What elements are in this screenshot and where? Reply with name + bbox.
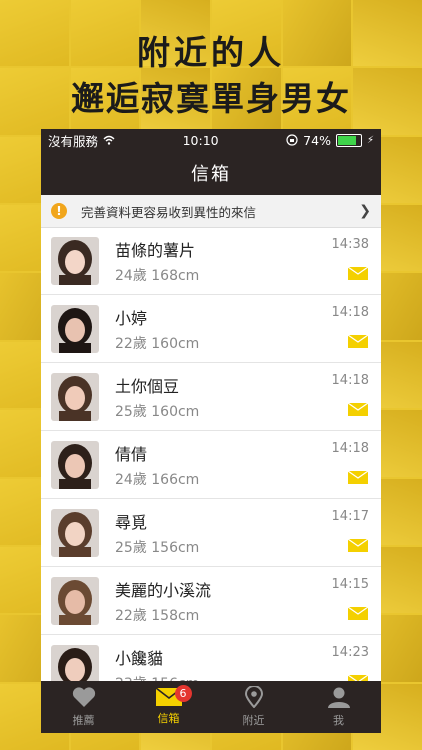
message-time: 14:15 bbox=[331, 577, 369, 592]
tab-mailbox[interactable]: 信箱 6 bbox=[126, 681, 211, 733]
contact-age-height: 22歲 160cm bbox=[115, 336, 200, 352]
list-item[interactable]: 美麗的小溪流 22歲 158cm 14:15 bbox=[41, 567, 381, 635]
contact-name: 小饞貓 bbox=[115, 649, 164, 668]
avatar[interactable] bbox=[51, 645, 99, 681]
list-item[interactable]: 小婷 22歲 160cm 14:18 bbox=[41, 295, 381, 363]
tab-recommend[interactable]: 推薦 bbox=[41, 681, 126, 733]
location-pin-icon bbox=[244, 686, 263, 708]
message-time: 14:18 bbox=[331, 373, 369, 388]
message-time: 14:18 bbox=[331, 441, 369, 456]
wifi-icon bbox=[103, 135, 115, 145]
carrier-label: 沒有服務 bbox=[48, 133, 99, 149]
list-item[interactable]: 土你個豆 25歲 160cm 14:18 bbox=[41, 363, 381, 431]
unread-badge: 6 bbox=[174, 685, 192, 702]
contact-age-height: 22歲 158cm bbox=[115, 608, 200, 624]
promo-subheadline: 邂逅寂寞單身男女 bbox=[71, 79, 351, 118]
status-time: 10:10 bbox=[182, 132, 219, 148]
contact-name: 土你個豆 bbox=[115, 377, 180, 396]
phone-screen: 沒有服務 10:10 74% ⚡ 信箱 ! 完善資料更容易收到異性的來信 ❯ 苗… bbox=[41, 129, 381, 733]
contact-name: 倩倩 bbox=[115, 445, 148, 464]
tab-me[interactable]: 我 bbox=[296, 681, 381, 733]
envelope-icon[interactable] bbox=[348, 267, 368, 280]
profile-notice-banner[interactable]: ! 完善資料更容易收到異性的來信 ❯ bbox=[41, 195, 381, 228]
battery-percent: 74% bbox=[303, 132, 331, 148]
tab-nearby[interactable]: 附近 bbox=[211, 681, 296, 733]
avatar[interactable] bbox=[51, 509, 99, 557]
contact-age-height: 23歲 156cm bbox=[115, 673, 199, 681]
avatar[interactable] bbox=[51, 441, 99, 489]
list-item[interactable]: 小饞貓 23歲 156cm 14:23 bbox=[41, 635, 381, 681]
message-time: 14:23 bbox=[331, 645, 369, 660]
contact-name: 美麗的小溪流 bbox=[115, 581, 212, 600]
contact-age-height: 25歲 160cm bbox=[115, 404, 200, 420]
list-item[interactable]: 尋覓 25歲 156cm 14:17 bbox=[41, 499, 381, 567]
warning-icon: ! bbox=[51, 203, 67, 219]
message-time: 14:38 bbox=[331, 237, 369, 252]
envelope-icon[interactable] bbox=[348, 335, 368, 348]
message-time: 14:18 bbox=[331, 305, 369, 320]
chevron-right-icon: ❯ bbox=[359, 203, 371, 219]
page-title: 信箱 bbox=[41, 151, 381, 195]
contact-name: 小婷 bbox=[115, 309, 148, 328]
envelope-icon[interactable] bbox=[348, 607, 368, 620]
contact-age-height: 25歲 156cm bbox=[115, 540, 200, 556]
list-item[interactable]: 倩倩 24歲 166cm 14:18 bbox=[41, 431, 381, 499]
envelope-icon[interactable] bbox=[348, 471, 368, 484]
avatar[interactable] bbox=[51, 577, 99, 625]
battery-icon bbox=[335, 133, 362, 147]
notice-text: 完善資料更容易收到異性的來信 bbox=[81, 204, 257, 220]
message-time: 14:17 bbox=[331, 509, 369, 524]
message-list[interactable]: 苗條的薯片 24歲 168cm 14:38 小婷 22歲 160cm 14:18 土你個豆 2… bbox=[41, 227, 381, 681]
avatar[interactable] bbox=[51, 373, 99, 421]
tab-label: 附近 bbox=[242, 714, 265, 727]
contact-age-height: 24歲 168cm bbox=[115, 268, 200, 284]
envelope-icon[interactable] bbox=[348, 539, 368, 552]
charging-icon: ⚡ bbox=[366, 134, 374, 146]
avatar[interactable] bbox=[51, 237, 99, 285]
promo-headline: 附近的人 bbox=[137, 33, 285, 72]
list-item[interactable]: 苗條的薯片 24歲 168cm 14:38 bbox=[41, 227, 381, 295]
heart-icon bbox=[72, 686, 95, 707]
contact-age-height: 24歲 166cm bbox=[115, 472, 200, 488]
tab-label: 信箱 bbox=[157, 712, 180, 725]
avatar[interactable] bbox=[51, 305, 99, 353]
rotation-lock-icon bbox=[286, 134, 298, 146]
person-icon bbox=[327, 687, 350, 708]
envelope-icon[interactable] bbox=[348, 403, 368, 416]
status-bar: 沒有服務 10:10 74% ⚡ bbox=[41, 129, 381, 151]
tab-label: 推薦 bbox=[72, 713, 95, 727]
tab-label: 我 bbox=[333, 713, 344, 727]
contact-name: 尋覓 bbox=[115, 513, 148, 532]
tab-bar: 推薦 信箱 6 附近 我 bbox=[41, 681, 381, 733]
contact-name: 苗條的薯片 bbox=[115, 241, 196, 260]
